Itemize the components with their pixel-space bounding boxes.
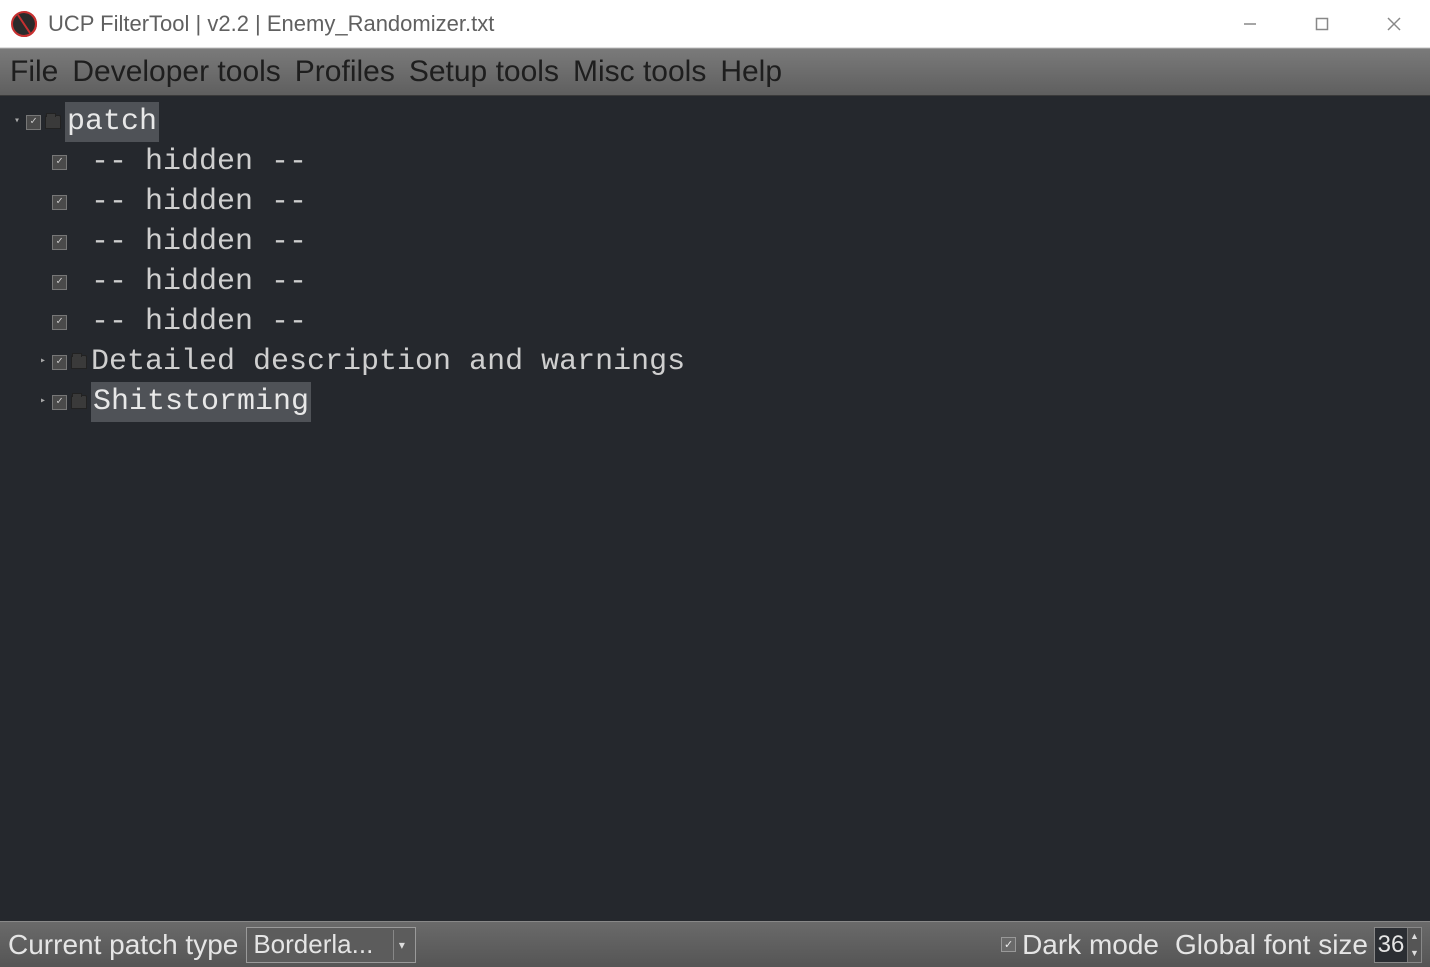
statusbar: Current patch type Borderla... ▾ ✓ Dark …: [0, 921, 1430, 967]
tree-row[interactable]: ✓ -- hidden --: [8, 182, 1422, 222]
tree-checkbox[interactable]: ✓: [52, 315, 67, 330]
folder-icon: [71, 395, 87, 409]
patch-type-label: Current patch type: [8, 929, 238, 961]
expander-right-icon[interactable]: ▸: [36, 395, 50, 409]
menu-setup-tools[interactable]: Setup tools: [409, 55, 559, 89]
tree-checkbox[interactable]: ✓: [52, 235, 67, 250]
tree-node-label[interactable]: patch: [65, 102, 159, 142]
expander-none: [36, 235, 50, 249]
tree-node-label[interactable]: -- hidden --: [91, 262, 307, 302]
expander-right-icon[interactable]: ▸: [36, 355, 50, 369]
patch-type-value: Borderla...: [253, 929, 373, 960]
tree-node-label[interactable]: -- hidden --: [91, 302, 307, 342]
window-controls: [1214, 0, 1430, 47]
tree-row[interactable]: ▸✓ Shitstorming: [8, 382, 1422, 422]
close-button[interactable]: [1358, 0, 1430, 47]
menubar: File Developer tools Profiles Setup tool…: [0, 48, 1430, 96]
spinner-up-icon[interactable]: ▲: [1408, 928, 1421, 945]
tree-checkbox[interactable]: ✓: [52, 155, 67, 170]
tree-checkbox[interactable]: ✓: [26, 115, 41, 130]
tree-row[interactable]: ✓ -- hidden --: [8, 222, 1422, 262]
tree-row[interactable]: ✓ -- hidden --: [8, 142, 1422, 182]
menu-misc-tools[interactable]: Misc tools: [573, 55, 706, 89]
window-title: UCP FilterTool | v2.2 | Enemy_Randomizer…: [48, 11, 494, 37]
expander-none: [36, 195, 50, 209]
dark-mode-label[interactable]: Dark mode: [1022, 929, 1159, 961]
font-size-label: Global font size: [1175, 929, 1368, 961]
app-icon: [10, 10, 38, 38]
menu-help[interactable]: Help: [720, 55, 782, 89]
tree-node-label[interactable]: -- hidden --: [91, 142, 307, 182]
expander-none: [36, 315, 50, 329]
tree-node-label[interactable]: -- hidden --: [91, 222, 307, 262]
titlebar: UCP FilterTool | v2.2 | Enemy_Randomizer…: [0, 0, 1430, 48]
tree-checkbox[interactable]: ✓: [52, 275, 67, 290]
tree-node-label[interactable]: Shitstorming: [91, 382, 311, 422]
tree-row[interactable]: ✓ -- hidden --: [8, 262, 1422, 302]
font-size-spinner[interactable]: 36 ▲ ▼: [1374, 927, 1422, 963]
expander-down-icon[interactable]: ▾: [10, 115, 24, 129]
tree-row[interactable]: ▾✓ patch: [8, 102, 1422, 142]
tree-checkbox[interactable]: ✓: [52, 355, 67, 370]
patch-type-select[interactable]: Borderla... ▾: [246, 927, 416, 963]
menu-profiles[interactable]: Profiles: [295, 55, 395, 89]
tree-row[interactable]: ▸✓ Detailed description and warnings: [8, 342, 1422, 382]
expander-none: [36, 275, 50, 289]
tree-node-label[interactable]: Detailed description and warnings: [91, 342, 685, 382]
spinner-arrows[interactable]: ▲ ▼: [1407, 928, 1421, 962]
maximize-button[interactable]: [1286, 0, 1358, 47]
tree-view[interactable]: ▾✓patch✓-- hidden --✓-- hidden --✓-- hid…: [0, 96, 1430, 921]
menu-developer-tools[interactable]: Developer tools: [72, 55, 280, 89]
tree-row[interactable]: ✓ -- hidden --: [8, 302, 1422, 342]
tree-node-label[interactable]: -- hidden --: [91, 182, 307, 222]
tree-checkbox[interactable]: ✓: [52, 195, 67, 210]
spinner-down-icon[interactable]: ▼: [1408, 945, 1421, 962]
folder-icon: [45, 115, 61, 129]
font-size-value: 36: [1375, 928, 1407, 962]
menu-file[interactable]: File: [10, 55, 58, 89]
tree-checkbox[interactable]: ✓: [52, 395, 67, 410]
dark-mode-checkbox[interactable]: ✓: [1001, 937, 1016, 952]
expander-none: [36, 155, 50, 169]
minimize-button[interactable]: [1214, 0, 1286, 47]
chevron-down-icon: ▾: [393, 930, 409, 960]
folder-icon: [71, 355, 87, 369]
